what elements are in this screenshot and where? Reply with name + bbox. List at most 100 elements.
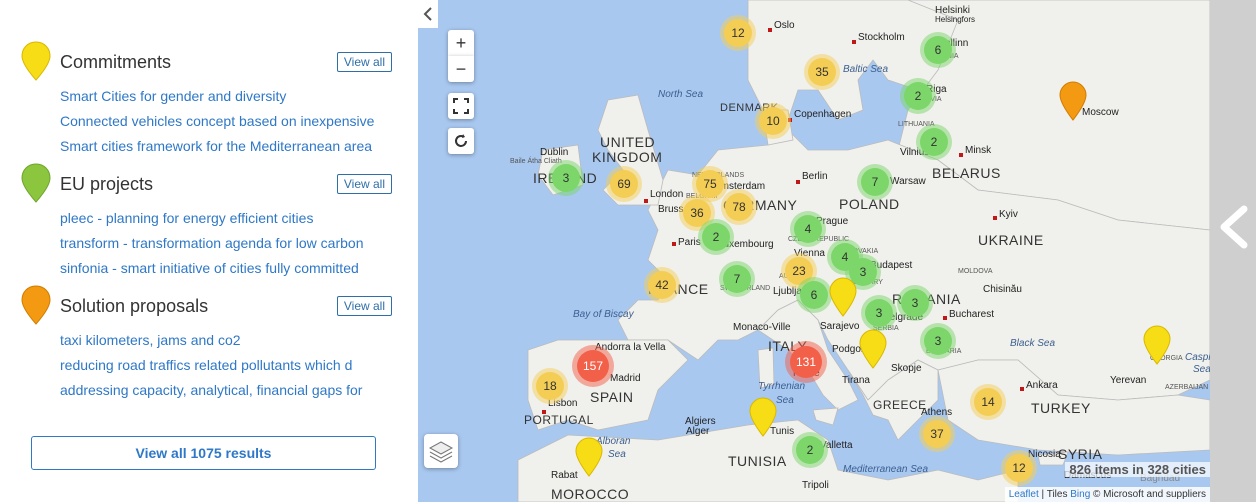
map-cluster[interactable]: 4 — [794, 215, 822, 243]
list-item-link[interactable]: addressing capacity, analytical, financi… — [60, 378, 390, 403]
map-cluster[interactable]: 18 — [536, 372, 564, 400]
reset-view-button[interactable] — [448, 128, 474, 154]
list-item-link[interactable]: pleec - planning for energy efficient ci… — [60, 206, 390, 231]
city-marker — [788, 118, 792, 122]
attribution-text: © Microsoft and suppliers — [1090, 489, 1206, 500]
view-all-results-button[interactable]: View all 1075 results — [31, 436, 376, 470]
map-cluster[interactable]: 6 — [800, 281, 828, 309]
city-label: Minsk — [965, 145, 992, 156]
map-cluster[interactable]: 2 — [796, 436, 824, 464]
city-label: Helsingfors — [935, 15, 976, 24]
items-count: 826 items in 328 cities — [1065, 462, 1210, 477]
city-label: Bucharest — [949, 309, 995, 320]
map-cluster[interactable]: 131 — [790, 346, 822, 378]
country-label: BELARUS — [932, 165, 1001, 181]
map-cluster[interactable]: 2 — [904, 82, 932, 110]
collapse-sidebar-button[interactable] — [418, 0, 438, 28]
map-cluster[interactable]: 7 — [861, 168, 889, 196]
city-label: Berlin — [802, 171, 828, 182]
map-cluster[interactable]: 3 — [924, 327, 952, 355]
fullscreen-button[interactable] — [448, 93, 474, 119]
map-cluster[interactable]: 6 — [924, 36, 952, 64]
map-cluster[interactable]: 12 — [1005, 454, 1033, 482]
map-cluster[interactable]: 157 — [577, 350, 609, 382]
sea-label: Baltic Sea — [843, 64, 889, 75]
yellow-pin-icon[interactable] — [858, 328, 888, 370]
city-marker — [1020, 387, 1024, 391]
map[interactable]: North Sea Baltic Sea Bay of Biscay Black… — [418, 0, 1210, 502]
map-cluster[interactable]: 2 — [920, 128, 948, 156]
city-label: Oslo — [774, 20, 795, 31]
refresh-icon — [455, 134, 467, 147]
yellow-pin-icon[interactable] — [748, 396, 778, 438]
map-cluster[interactable]: 7 — [723, 265, 751, 293]
commitments-section: Commitments View all Smart Cities for ge… — [20, 41, 392, 159]
yellow-pin-icon[interactable] — [574, 436, 604, 478]
map-cluster[interactable]: 12 — [724, 19, 752, 47]
country-label: TUNISIA — [728, 453, 787, 469]
eu-projects-section: EU projects View all pleec - planning fo… — [20, 163, 392, 281]
right-panel-toggle[interactable] — [1210, 0, 1256, 502]
map-cluster[interactable]: 3 — [865, 299, 893, 327]
list-item-link[interactable]: Smart cities framework for the Mediterra… — [60, 134, 390, 159]
city-marker — [852, 40, 856, 44]
map-cluster[interactable]: 78 — [725, 193, 753, 221]
bing-link[interactable]: Bing — [1070, 489, 1090, 500]
list-item-link[interactable]: taxi kilometers, jams and co2 — [60, 328, 390, 353]
map-cluster[interactable]: 35 — [808, 58, 836, 86]
country-label: GREECE — [873, 398, 927, 412]
map-cluster[interactable]: 14 — [974, 388, 1002, 416]
yellow-pin-icon[interactable] — [1142, 324, 1172, 366]
city-label: Tripoli — [802, 480, 829, 491]
view-all-button[interactable]: View all — [336, 52, 392, 72]
view-all-button[interactable]: View all — [336, 296, 392, 316]
country-label: MOROCCO — [551, 486, 630, 502]
attribution-text: | Tiles — [1038, 489, 1071, 500]
city-marker — [542, 410, 546, 414]
map-cluster[interactable]: 75 — [696, 170, 724, 198]
city-label: Kyiv — [999, 209, 1018, 220]
city-label: Andorra la Vella — [595, 342, 666, 353]
country-label: SYRIA — [1058, 446, 1103, 462]
map-cluster[interactable]: 69 — [610, 170, 638, 198]
city-marker — [672, 242, 676, 246]
map-cluster[interactable]: 36 — [683, 199, 711, 227]
map-cluster[interactable]: 3 — [901, 289, 929, 317]
city-label: Yerevan — [1110, 375, 1147, 386]
zoom-out-button[interactable]: − — [448, 56, 474, 82]
map-cluster[interactable]: 2 — [702, 223, 730, 251]
view-all-button[interactable]: View all — [336, 174, 392, 194]
section-title: EU projects — [60, 174, 154, 194]
chevron-left-icon — [423, 7, 432, 21]
list-item-link[interactable]: sinfonia - smart initiative of cities fu… — [60, 256, 390, 281]
country-label: KINGDOM — [592, 149, 663, 165]
city-marker — [943, 316, 947, 320]
results-sidebar: Commitments View all Smart Cities for ge… — [0, 0, 418, 502]
map-cluster[interactable]: 37 — [923, 420, 951, 448]
yellow-pin-icon[interactable] — [828, 276, 858, 318]
city-label: Nicosia — [1028, 449, 1061, 460]
section-title: Commitments — [60, 52, 172, 72]
city-label: Copenhagen — [794, 109, 852, 120]
list-item-link[interactable]: reducing road traffics related pollutant… — [60, 353, 390, 378]
city-label: Skopje — [891, 363, 922, 374]
map-cluster[interactable]: 42 — [648, 271, 676, 299]
orange-pin-icon[interactable] — [1058, 80, 1088, 122]
layers-button[interactable] — [424, 434, 458, 468]
list-item-link[interactable]: Connected vehicles concept based on inex… — [60, 109, 390, 134]
leaflet-link[interactable]: Leaflet — [1009, 489, 1039, 500]
city-label: Stockholm — [858, 32, 905, 43]
zoom-in-button[interactable]: + — [448, 30, 474, 56]
city-label: Chisinău — [983, 284, 1022, 295]
list-item-link[interactable]: transform - transformation agenda for lo… — [60, 231, 390, 256]
country-label: UNITED — [600, 134, 656, 150]
map-cluster[interactable]: 3 — [552, 164, 580, 192]
city-label: Ankara — [1026, 380, 1058, 391]
city-marker — [993, 216, 997, 220]
sea-label: Tyrrhenian — [758, 381, 806, 392]
city-label: Valletta — [820, 440, 853, 451]
map-cluster[interactable]: 10 — [759, 107, 787, 135]
city-marker — [644, 199, 648, 203]
city-marker — [768, 28, 772, 32]
list-item-link[interactable]: Smart Cities for gender and diversity — [60, 84, 390, 109]
